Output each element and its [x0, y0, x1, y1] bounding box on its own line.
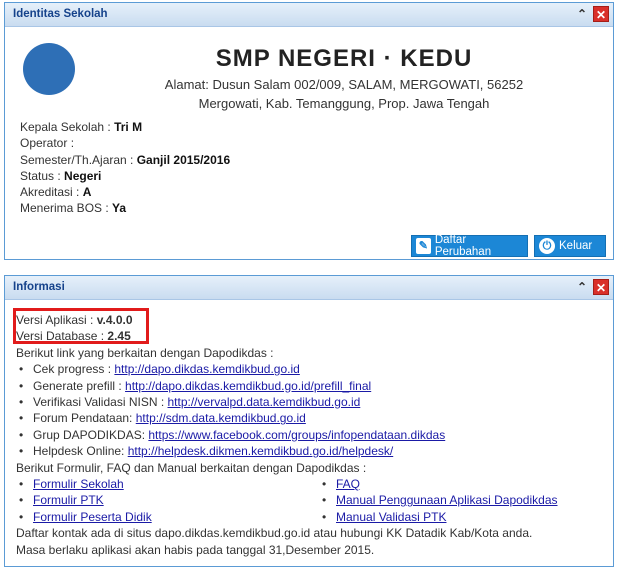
link-item: Forum Pendataan: http://sdm.data.kemdikb…: [16, 410, 569, 426]
collapse-icon[interactable]: ⌃: [574, 6, 590, 22]
close-icon[interactable]: ✕: [593, 6, 609, 22]
forms-intro: Berikut Formulir, FAQ dan Manual berkait…: [16, 460, 367, 475]
link-item: Grup DAPODIKDAS: https://www.facebook.co…: [16, 427, 569, 443]
collapse-icon[interactable]: ⌃: [574, 279, 590, 295]
versi-aplikasi: Versi Aplikasi : v.4.0.0: [16, 313, 133, 327]
versi-database: Versi Database : 2.45: [16, 329, 131, 344]
links-intro: Berikut link yang berkaitan dengan Dapod…: [16, 345, 274, 360]
address-line-1: Alamat: Dusun Salam 002/009, SALAM, MERG…: [164, 77, 524, 92]
power-icon: ⏻: [539, 238, 555, 254]
panel-header: Identitas Sekolah ⌃ ✕: [5, 3, 613, 27]
link[interactable]: http://vervalpd.data.kemdikbud.go.id: [168, 395, 361, 409]
link[interactable]: http://dapo.dikdas.kemdikbud.go.id/prefi…: [125, 379, 371, 393]
edit-icon: ✎: [416, 238, 431, 254]
link-item: Generate prefill : http://dapo.dikdas.ke…: [16, 378, 569, 394]
school-name: SMP NEGERI · KEDU: [215, 45, 473, 72]
akreditasi-row: Akreditasi : A: [20, 185, 92, 200]
kepala-sekolah-row: Kepala Sekolah : Tri M: [20, 120, 143, 134]
keluar-button[interactable]: ⏻ Keluar: [534, 235, 606, 257]
panel-header: Informasi ⌃ ✕: [5, 276, 613, 300]
formulir-sekolah-link[interactable]: Formulir Sekolah: [33, 477, 124, 491]
contact-text: Daftar kontak ada di situs dapo.dikdas.k…: [16, 526, 533, 541]
status-row: Status : Negeri: [20, 168, 102, 183]
semester-row: Semester/Th.Ajaran : Ganjil 2015/2016: [20, 152, 231, 167]
forms-list: Formulir Sekolah FAQ Formulir PTK Manual…: [16, 476, 569, 525]
daftar-perubahan-button[interactable]: ✎ Daftar Perubahan: [411, 234, 528, 258]
formulir-peserta-didik-link[interactable]: Formulir Peserta Didik: [33, 510, 152, 524]
informasi-panel: Informasi ⌃ ✕ Versi Aplikasi : v.4.0.0 V…: [4, 275, 614, 567]
manual-penggunaan-link[interactable]: Manual Penggunaan Aplikasi Dapodikdas: [336, 493, 558, 507]
informasi-body: Versi Aplikasi : v.4.0.0 Versi Database …: [16, 312, 569, 558]
manual-validasi-ptk-link[interactable]: Manual Validasi PTK: [336, 510, 447, 524]
bos-row: Menerima BOS : Ya: [20, 201, 127, 216]
expiry-text: Masa berlaku aplikasi akan habis pada ta…: [16, 542, 375, 557]
faq-link[interactable]: FAQ: [336, 477, 360, 491]
school-logo: [23, 43, 75, 95]
panel-title: Informasi: [13, 281, 65, 293]
link-item: Verifikasi Validasi NISN : http://verval…: [16, 394, 569, 410]
link[interactable]: https://www.facebook.com/groups/infopend…: [148, 428, 445, 442]
link-item: Helpdesk Online: http://helpdesk.dikmen.…: [16, 443, 569, 459]
link[interactable]: http://helpdesk.dikmen.kemdikbud.go.id/h…: [128, 444, 394, 458]
link-item: Cek progress : http://dapo.dikdas.kemdik…: [16, 361, 569, 377]
close-icon[interactable]: ✕: [593, 279, 609, 295]
address-line-2: Mergowati, Kab. Temanggung, Prop. Jawa T…: [198, 96, 490, 111]
link[interactable]: http://sdm.data.kemdikbud.go.id: [136, 411, 306, 425]
link[interactable]: http://dapo.dikdas.kemdikbud.go.id: [114, 362, 299, 376]
operator-row: Operator :: [20, 136, 75, 151]
formulir-ptk-link[interactable]: Formulir PTK: [33, 493, 104, 507]
identitas-sekolah-panel: Identitas Sekolah ⌃ ✕ SMP NEGERI · KEDU …: [4, 2, 614, 260]
school-info-list: Kepala Sekolah : Tri M Operator : Semest…: [20, 119, 230, 217]
panel-title: Identitas Sekolah: [13, 8, 108, 20]
